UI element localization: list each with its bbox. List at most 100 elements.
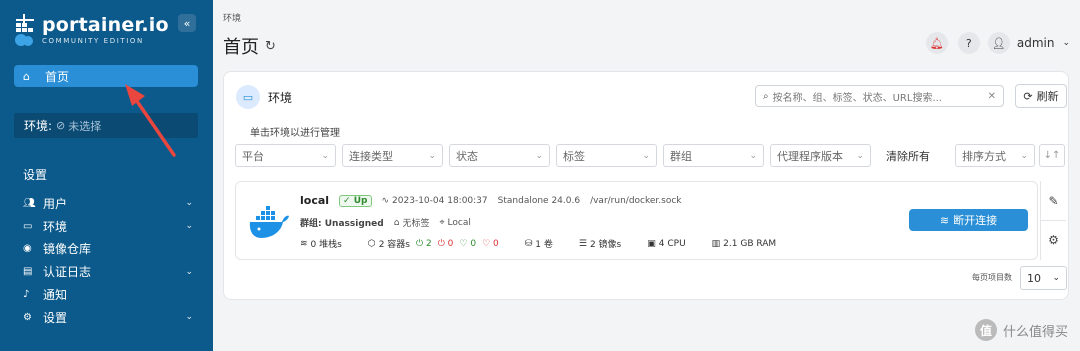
items-per-page-label: 每页项目数: [972, 273, 1012, 282]
settings-section-title: 设置: [23, 168, 48, 182]
filter-platform[interactable]: 平台 ⌄: [235, 144, 336, 167]
user-icon: 👤︎: [987, 32, 1010, 54]
environment-group: 群组: Unassigned: [300, 219, 384, 229]
watermark-text: 什么值得买: [1002, 324, 1068, 340]
sidebar-item-registries[interactable]: ◉ 镜像仓库: [23, 238, 193, 261]
stacks-count: 0 堆栈s: [310, 240, 342, 250]
card-title: 环境: [268, 90, 293, 105]
clear-all-filters-button[interactable]: 清除所有: [886, 148, 930, 164]
hdd-icon: ▭: [236, 85, 260, 109]
sidebar-item-label: 设置: [43, 310, 68, 325]
brand-logo[interactable]: portainer.io COMMUNITY EDITION: [14, 14, 169, 48]
refresh-button[interactable]: ⟳ 刷新: [1015, 84, 1067, 108]
volumes-count: 1 卷: [535, 240, 553, 250]
check-circle-icon: ✓: [343, 195, 354, 206]
refresh-icon: ⟳: [1023, 89, 1033, 103]
sidebar-item-label: 通知: [43, 288, 68, 303]
environment-socket: /var/run/docker.sock: [590, 195, 682, 206]
cpu-icon: ▣: [647, 238, 656, 249]
sidebar-item-users[interactable]: 👥︎ 用户 ⌄: [23, 192, 193, 215]
tag-icon: ⌂: [393, 217, 400, 228]
chevron-down-icon: ⌄: [185, 266, 193, 277]
memory-icon: ▥: [711, 238, 721, 249]
environment-type: Standalone 24.0.6: [497, 195, 581, 206]
list-icon: ☰: [578, 238, 587, 249]
heart-broken-icon: ♡: [482, 238, 494, 249]
images-count: 2 镜像s: [589, 240, 622, 250]
sidebar-item-label: 认证日志: [43, 265, 92, 280]
chevron-down-icon: ⌄: [428, 150, 436, 161]
refresh-label: 刷新: [1036, 90, 1059, 103]
sidebar-item-home[interactable]: ⌂ 首页: [14, 65, 198, 87]
docker-logo-icon: [249, 206, 289, 238]
sidebar-item-environments[interactable]: ▭ 环境 ⌄: [23, 215, 193, 238]
edit-pencil-icon[interactable]: ✎: [1041, 181, 1066, 220]
chevron-down-icon: ⌄: [1052, 273, 1060, 283]
environment-name: local: [300, 194, 330, 207]
cpu-count: 4 CPU: [658, 238, 686, 249]
unhealthy-count: ♡ 0: [482, 238, 499, 249]
sort-direction-button[interactable]: ↓↑: [1039, 144, 1065, 167]
environment-item-local[interactable]: local ✓ Up ∿ 2023-10-04 18:00:37 Standal…: [235, 181, 1038, 260]
user-menu[interactable]: 👤︎ admin ⌄: [987, 32, 1070, 54]
layers-icon: ≋: [300, 238, 308, 249]
bell-icon: ♪: [23, 289, 30, 301]
search-placeholder: 按名称、组、标签、状态、URL搜索...: [772, 92, 942, 104]
environment-actions: ✎ ⚙: [1040, 181, 1066, 260]
chevron-down-icon: ⌄: [1020, 150, 1028, 161]
containers-count: 2 容器s: [378, 240, 410, 250]
chevron-down-icon: ⌄: [749, 150, 757, 161]
sidebar-item-settings[interactable]: ⚙ 设置 ⌄: [23, 306, 193, 329]
ram-amount: 2.1 GB RAM: [723, 238, 777, 249]
chevron-down-icon: ⌄: [321, 150, 329, 161]
filter-groups[interactable]: 群组 ⌄: [663, 144, 764, 167]
gear-icon[interactable]: ⚙: [1041, 220, 1066, 259]
filter-tags[interactable]: 标签 ⌄: [556, 144, 657, 167]
filter-agent-version[interactable]: 代理程序版本 ⌄: [770, 144, 871, 167]
sort-by-select[interactable]: 排序方式 ⌄: [955, 144, 1035, 167]
filter-bar: 平台 ⌄ 连接类型 ⌄ 状态 ⌄ 标签 ⌄ 群组 ⌄ 代理程序版本 ⌄: [235, 144, 877, 167]
heart-icon: ♡: [459, 238, 471, 249]
portainer-logo-icon: [15, 14, 34, 46]
chevron-down-icon: ⌄: [185, 312, 193, 323]
sidebar-item-label: 镜像仓库: [43, 242, 92, 257]
items-per-page-select[interactable]: 10 ⌄: [1020, 266, 1067, 290]
hdd-icon: ▭: [23, 220, 33, 232]
gear-icon: ⚙: [23, 311, 32, 323]
search-input[interactable]: ⌕ 按名称、组、标签、状态、URL搜索... ✕: [755, 85, 1004, 107]
sidebar-item-label: 环境: [43, 219, 68, 234]
locality-icon: ⌖: [439, 217, 445, 228]
status-badge: ✓ Up: [339, 194, 372, 207]
environment-locality: Local: [447, 217, 471, 228]
refresh-icon[interactable]: ↻: [265, 39, 276, 54]
chevron-down-icon: ⌄: [642, 150, 650, 161]
collapse-sidebar-button[interactable]: «: [178, 14, 196, 32]
clear-search-icon[interactable]: ✕: [988, 91, 996, 102]
environments-card: ▭ 环境 ⌕ 按名称、组、标签、状态、URL搜索... ✕ ⟳ 刷新 单击环境以…: [223, 71, 1069, 300]
breadcrumb[interactable]: 环境: [223, 11, 241, 24]
help-icon[interactable]: ?: [957, 32, 980, 54]
environment-selector: 环境: ⊘ 未选择: [14, 113, 198, 138]
power-icon: ⏻: [415, 238, 426, 249]
sidebar-item-notifications[interactable]: ♪ 通知: [23, 283, 193, 306]
sidebar-item-auth-logs[interactable]: ▤ 认证日志 ⌄: [23, 260, 193, 283]
brand-name: portainer.io: [42, 14, 169, 36]
file-text-icon: ▤: [23, 266, 33, 278]
sidebar: portainer.io COMMUNITY EDITION « ⌂ 首页 环境…: [0, 0, 213, 351]
disconnect-button[interactable]: ≋ 断开连接: [909, 209, 1028, 231]
radio-icon: ◉: [23, 243, 32, 255]
healthy-count: ♡ 0: [459, 238, 477, 249]
chevron-down-icon: ⌄: [856, 150, 864, 161]
main-content: 环境 首页 ↻ 🔔︎ ? 👤︎ admin ⌄ ▭ 环境 ⌕ 按名称、组、标签、…: [213, 0, 1080, 351]
database-icon: ⛁: [524, 238, 533, 249]
filter-status[interactable]: 状态 ⌄: [449, 144, 550, 167]
brand-edition: COMMUNITY EDITION: [42, 37, 144, 45]
notifications-bell-icon[interactable]: 🔔︎: [925, 32, 948, 54]
environment-value: 未选择: [68, 119, 102, 133]
page-title: 首页: [223, 37, 259, 58]
ban-icon: ⊘: [56, 119, 66, 132]
stopped-count: ⏻ 0: [437, 238, 454, 249]
filter-connection-type[interactable]: 连接类型 ⌄: [342, 144, 443, 167]
box-icon: ⬡: [367, 238, 376, 249]
sidebar-item-label: 首页: [45, 69, 70, 84]
